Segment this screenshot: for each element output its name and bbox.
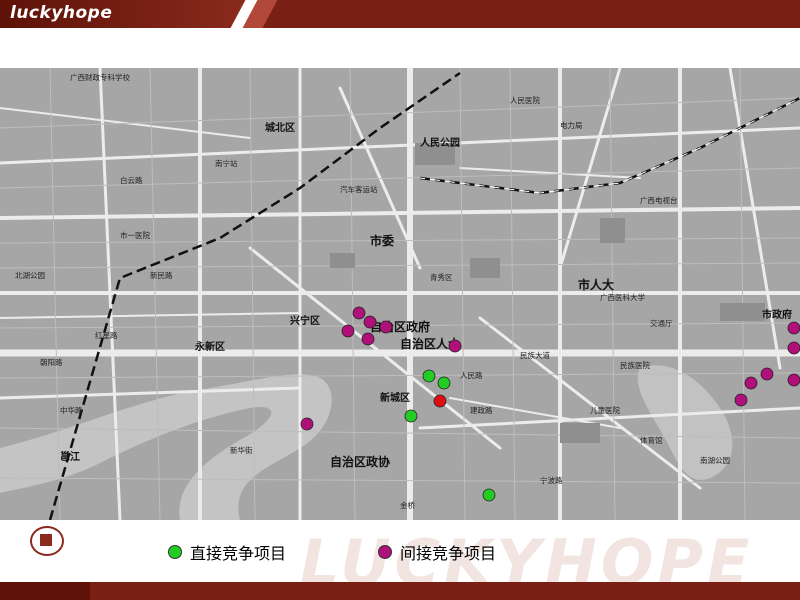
indirect-point — [734, 393, 748, 407]
direct-point — [437, 376, 451, 390]
header-bar: luckyhope — [0, 0, 800, 28]
label-renmin-road: 人民路 — [460, 370, 483, 380]
label-chaoyang: 朝阳路 — [40, 357, 63, 367]
label-nanning-station: 南宁站 — [215, 158, 238, 168]
label-jiaotong: 交通厅 — [650, 318, 673, 328]
indirect-point — [760, 367, 774, 381]
indirect-point — [352, 306, 366, 320]
label-jianzheng: 建政路 — [470, 405, 493, 415]
label-tiyuguan: 体育馆 — [640, 435, 663, 445]
label-yongjiang: 邕江 — [60, 450, 80, 463]
label-xincheng: 新城区 — [380, 391, 410, 404]
indirect-point — [363, 315, 377, 329]
label-bei-park: 北湖公园 — [15, 271, 45, 280]
direct-point — [404, 409, 418, 423]
label-shizhengfu: 市政府 — [762, 308, 792, 321]
indirect-point — [379, 320, 393, 334]
label-hongxing: 红星路 — [95, 330, 118, 340]
indirect-point — [744, 376, 758, 390]
project-point — [433, 394, 447, 408]
legend-indirect: 间接竞争项目 — [378, 540, 496, 564]
label-baiyun: 白云路 — [120, 175, 143, 185]
indirect-point — [341, 324, 355, 338]
label-nanning-school: 广西财政专科学校 — [70, 72, 130, 82]
label-qingxiu: 青秀区 — [430, 272, 453, 282]
indirect-point — [448, 339, 462, 353]
indirect-point — [787, 341, 800, 355]
label-zhonghua: 中华路 — [60, 405, 83, 415]
label-ertong: 儿童医院 — [590, 405, 620, 415]
label-minzu-hospital: 民族医院 — [620, 360, 650, 370]
label-guangxi-univ: 广西医科大学 — [600, 292, 645, 302]
map-svg: 城北区 兴宁区 永新区 新城区 自治区政府 自治区人大 自治区政协 市委 市人大… — [0, 68, 800, 520]
label-zizhiqu-zhengfu: 自治区政府 — [370, 319, 430, 334]
label-renmin-park: 人民公园 — [420, 136, 460, 149]
label-guangxi-tv: 广西电视台 — [640, 195, 678, 205]
label-renmin-hospital: 人民医院 — [510, 95, 540, 105]
label-shiwei: 市委 — [370, 233, 395, 248]
label-yongxin: 永新区 — [194, 340, 225, 353]
label-xinmin: 新民路 — [150, 270, 173, 280]
label-chengbei: 城北区 — [265, 121, 295, 134]
indirect-point — [361, 332, 375, 346]
direct-point — [422, 369, 436, 383]
footer-bar — [0, 582, 800, 600]
map-area: 城北区 兴宁区 永新区 新城区 自治区政府 自治区人大 自治区政协 市委 市人大… — [0, 68, 800, 520]
label-ningbo: 宁波路 — [540, 475, 563, 485]
label-qiche-station: 汽车客运站 — [340, 184, 378, 194]
logo: luckyhope — [10, 3, 113, 23]
indirect-point — [787, 373, 800, 387]
indirect-point — [787, 321, 800, 335]
legend-indirect-label: 间接竞争项目 — [400, 544, 497, 563]
company-seal — [30, 526, 64, 556]
label-zizhiqu-zhengxie: 自治区政协 — [330, 454, 390, 469]
label-shirenda: 市人大 — [578, 277, 614, 292]
indirect-point — [300, 417, 314, 431]
label-jinqiao: 金桥 — [400, 500, 415, 510]
footer-accent — [0, 582, 90, 600]
label-xingning: 兴宁区 — [290, 314, 320, 327]
label-xinhua: 新华街 — [230, 445, 253, 455]
label-dianli: 电力局 — [560, 120, 583, 130]
label-shiyi: 市一医院 — [120, 230, 150, 240]
label-nanhu: 南湖公园 — [700, 455, 730, 465]
legend-indirect-dot — [378, 545, 392, 559]
legend-direct: 直接竞争项目 — [168, 540, 286, 564]
label-minzu: 民族大道 — [520, 350, 550, 360]
direct-point — [482, 488, 496, 502]
legend-direct-label: 直接竞争项目 — [190, 544, 287, 563]
legend-direct-dot — [168, 545, 182, 559]
